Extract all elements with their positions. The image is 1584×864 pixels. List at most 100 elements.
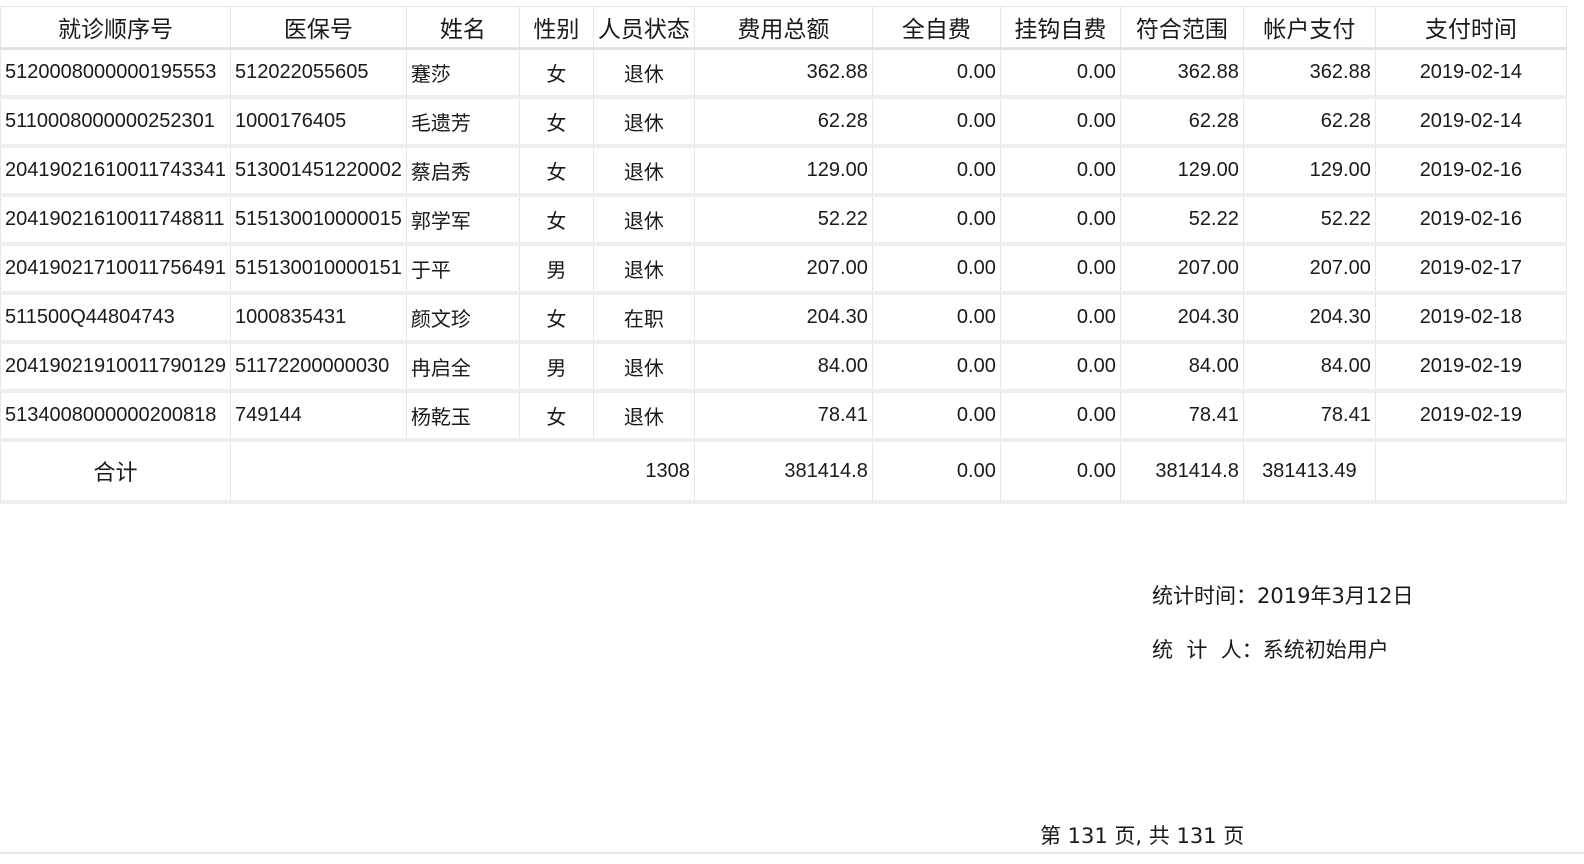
self-pay-cell: 0.00 xyxy=(871,341,1001,393)
in-scope-cell: 52.22 xyxy=(1119,194,1244,246)
visit-seq-cell: 20419021610011743341 xyxy=(0,145,231,197)
account-pay-cell: 129.00 xyxy=(1242,145,1376,197)
total-amount-cell: 207.00 xyxy=(693,243,873,295)
gender-cell: 女 xyxy=(518,194,594,246)
insurance-no-cell: 1000176405 xyxy=(229,96,407,148)
in-scope-cell: 84.00 xyxy=(1119,341,1244,393)
visit-seq-cell: 20419021610011748811 xyxy=(0,194,231,246)
visit-seq-cell: 20419021910011790129 xyxy=(0,341,231,393)
gender-cell: 男 xyxy=(518,243,594,295)
visit-seq-cell: 5134008000000200818 xyxy=(0,390,231,442)
table-row: 20419021910011790129 51172200000030 冉启全 … xyxy=(0,341,1567,393)
total-amount-cell: 129.00 xyxy=(693,145,873,197)
hook-self-pay-cell: 0.00 xyxy=(999,243,1121,295)
total-amount-cell: 362.88 xyxy=(693,48,873,99)
settlement-table: 就诊顺序号 医保号 姓名 性别 人员状态 费用总额 全自费 挂钩自费 符合范围 … xyxy=(0,6,1567,504)
self-pay-cell: 0.00 xyxy=(871,48,1001,99)
status-cell: 在职 xyxy=(592,292,695,344)
status-cell: 退休 xyxy=(592,341,695,393)
column-header: 姓名 xyxy=(405,6,520,50)
account-pay-cell: 207.00 xyxy=(1242,243,1376,295)
hook-self-pay-cell: 0.00 xyxy=(999,292,1121,344)
column-header: 挂钩自费 xyxy=(999,6,1121,50)
self-pay-cell: 0.00 xyxy=(871,390,1001,442)
stat-time-label: 统计时间：2019年3月12日 xyxy=(1152,584,1414,608)
total-amount-cell: 204.30 xyxy=(693,292,873,344)
in-scope-cell: 207.00 xyxy=(1119,243,1244,295)
pay-time-cell: 2019-02-16 xyxy=(1374,145,1567,197)
column-header: 就诊顺序号 xyxy=(0,6,231,50)
total-label: 合计 xyxy=(0,439,231,504)
hook-self-pay-cell: 0.00 xyxy=(999,390,1121,442)
account-pay-cell: 204.30 xyxy=(1242,292,1376,344)
insurance-no-cell: 51172200000030 xyxy=(229,341,407,393)
name-cell: 杨乾玉 xyxy=(405,390,520,442)
insurance-no-cell: 515130010000151 xyxy=(229,243,407,295)
account-pay-cell: 62.28 xyxy=(1242,96,1376,148)
pay-time-cell: 2019-02-14 xyxy=(1374,48,1567,99)
column-header: 人员状态 xyxy=(592,6,695,50)
in-scope-cell: 62.28 xyxy=(1119,96,1244,148)
name-cell: 于平 xyxy=(405,243,520,295)
total-pay-time xyxy=(1374,439,1567,504)
self-pay-cell: 0.00 xyxy=(871,243,1001,295)
in-scope-cell: 204.30 xyxy=(1119,292,1244,344)
name-cell: 毛遗芳 xyxy=(405,96,520,148)
self-pay-cell: 0.00 xyxy=(871,292,1001,344)
table-row: 511500Q44804743 1000835431 颜文珍 女 在职 204.… xyxy=(0,292,1567,344)
pay-time-cell: 2019-02-18 xyxy=(1374,292,1567,344)
total-self-pay-sum: 0.00 xyxy=(871,439,1001,504)
status-cell: 退休 xyxy=(592,194,695,246)
page-indicator: 第 131 页, 共 131 页 xyxy=(1040,824,1245,848)
total-account-pay-sum: 381413.49 xyxy=(1242,439,1376,504)
insurance-no-cell: 515130010000015 xyxy=(229,194,407,246)
self-pay-cell: 0.00 xyxy=(871,194,1001,246)
hook-self-pay-cell: 0.00 xyxy=(999,145,1121,197)
total-count: 1308 xyxy=(229,439,695,504)
hook-self-pay-cell: 0.00 xyxy=(999,48,1121,99)
hook-self-pay-cell: 0.00 xyxy=(999,341,1121,393)
insurance-no-cell: 749144 xyxy=(229,390,407,442)
in-scope-cell: 129.00 xyxy=(1119,145,1244,197)
name-cell: 蹇莎 xyxy=(405,48,520,99)
bottom-divider xyxy=(0,852,1584,854)
name-cell: 郭学军 xyxy=(405,194,520,246)
gender-cell: 女 xyxy=(518,96,594,148)
insurance-no-cell: 1000835431 xyxy=(229,292,407,344)
hook-self-pay-cell: 0.00 xyxy=(999,194,1121,246)
stat-person-label: 统 计 人：系统初始用户 xyxy=(1152,638,1389,662)
gender-cell: 女 xyxy=(518,390,594,442)
pay-time-cell: 2019-02-14 xyxy=(1374,96,1567,148)
name-cell: 冉启全 xyxy=(405,341,520,393)
status-cell: 退休 xyxy=(592,390,695,442)
account-pay-cell: 78.41 xyxy=(1242,390,1376,442)
table-row: 20419021610011743341 513001451220002 蔡启秀… xyxy=(0,145,1567,197)
in-scope-cell: 362.88 xyxy=(1119,48,1244,99)
self-pay-cell: 0.00 xyxy=(871,145,1001,197)
total-amount-cell: 52.22 xyxy=(693,194,873,246)
gender-cell: 女 xyxy=(518,48,594,99)
table-row: 20419021710011756491 515130010000151 于平 … xyxy=(0,243,1567,295)
account-pay-cell: 52.22 xyxy=(1242,194,1376,246)
column-header: 全自费 xyxy=(871,6,1001,50)
total-amount-sum: 381414.8 xyxy=(693,439,873,504)
column-header: 符合范围 xyxy=(1119,6,1244,50)
total-amount-cell: 84.00 xyxy=(693,341,873,393)
column-header: 性别 xyxy=(518,6,594,50)
gender-cell: 男 xyxy=(518,341,594,393)
insurance-no-cell: 513001451220002 xyxy=(229,145,407,197)
name-cell: 颜文珍 xyxy=(405,292,520,344)
status-cell: 退休 xyxy=(592,145,695,197)
insurance-no-cell: 512022055605 xyxy=(229,48,407,99)
total-row: 合计 1308 381414.8 0.00 0.00 381414.8 3814… xyxy=(0,439,1567,504)
gender-cell: 女 xyxy=(518,145,594,197)
table-row: 5134008000000200818 749144 杨乾玉 女 退休 78.4… xyxy=(0,390,1567,442)
visit-seq-cell: 5120008000000195553 xyxy=(0,48,231,99)
table-row: 5110008000000252301 1000176405 毛遗芳 女 退休 … xyxy=(0,96,1567,148)
in-scope-cell: 78.41 xyxy=(1119,390,1244,442)
pay-time-cell: 2019-02-17 xyxy=(1374,243,1567,295)
name-cell: 蔡启秀 xyxy=(405,145,520,197)
pay-time-cell: 2019-02-19 xyxy=(1374,341,1567,393)
total-amount-cell: 62.28 xyxy=(693,96,873,148)
column-header: 费用总额 xyxy=(693,6,873,50)
